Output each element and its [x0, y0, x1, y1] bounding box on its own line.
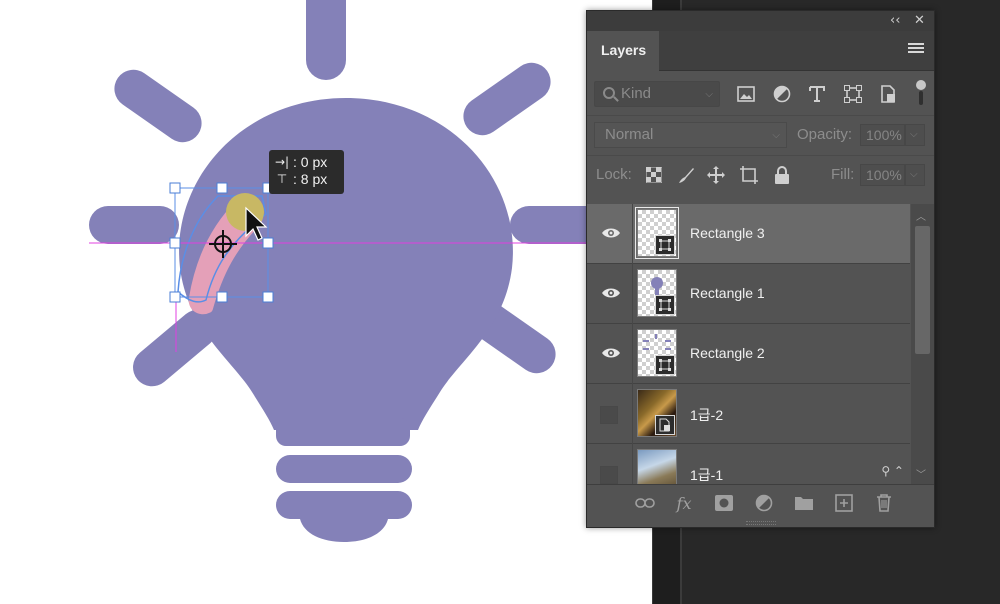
panel-title-bar[interactable]: ‹‹ ✕ [587, 11, 934, 31]
visibility-toggle-empty[interactable] [600, 466, 618, 484]
lock-all-icon[interactable] [771, 164, 793, 186]
layer-name[interactable]: Rectangle 1 [690, 285, 765, 301]
fill-dropdown[interactable]: ⌵ [905, 164, 925, 186]
tab-layers[interactable]: Layers [587, 31, 659, 72]
blend-row: Normal ⌵ Opacity: 100% ⌵ [587, 115, 934, 155]
bulb-base-1 [276, 455, 412, 483]
panel-menu-icon[interactable] [908, 43, 924, 57]
lock-row: Lock: Fill: 100% ⌵ [587, 155, 934, 195]
new-layer-icon[interactable] [833, 493, 855, 513]
handle-top-mid [216, 182, 228, 194]
opacity-input[interactable]: 100% [860, 124, 905, 146]
shape-layer-badge-icon [655, 295, 675, 315]
fx-icon[interactable]: fx [673, 493, 695, 513]
handle-bottom-left [169, 291, 181, 303]
scroll-down-icon[interactable]: ﹀ [916, 466, 926, 481]
horizontal-offset-value: : 0 px [293, 154, 328, 170]
vertical-offset-value: : 8 px [293, 171, 328, 187]
layer-thumbnail[interactable] [637, 449, 677, 484]
panel-resize-grip[interactable] [746, 521, 776, 525]
layer-filter-row: Kind ⌵ [587, 71, 934, 115]
link-layers-icon[interactable] [634, 493, 656, 513]
horizontal-offset-icon: →| [275, 155, 290, 169]
visibility-toggle-empty[interactable] [600, 406, 618, 424]
search-icon [603, 87, 615, 99]
handle-bottom-right [262, 291, 274, 303]
lock-transparent-pixels-icon[interactable] [643, 164, 665, 186]
chevron-down-icon: ⌵ [910, 129, 918, 140]
chevron-down-icon: ⌵ [772, 130, 780, 141]
bulb-base-2 [276, 491, 412, 519]
ray-top [306, 0, 346, 80]
layer-thumbnail[interactable] [637, 389, 677, 437]
type-filter-icon[interactable] [806, 83, 828, 105]
fill-input[interactable]: 100% [860, 164, 905, 186]
bulb-tip [300, 519, 388, 542]
scrollbar-thumb[interactable] [915, 226, 930, 354]
visibility-eye-icon[interactable] [599, 342, 623, 364]
collapse-panel-icon[interactable]: ‹‹ [890, 13, 900, 29]
panel-tabs: Layers [587, 31, 934, 72]
handle-bottom-mid [216, 291, 228, 303]
lock-artboard-icon[interactable] [738, 164, 760, 186]
panel-footer: fx [587, 484, 934, 520]
opacity-dropdown[interactable]: ⌵ [905, 124, 925, 146]
shape-filter-icon[interactable] [842, 83, 864, 105]
shape-layer-badge-icon [655, 235, 675, 255]
document-canvas[interactable]: →|: 0 px ⊤ : 8 px [0, 0, 652, 604]
visibility-eye-icon[interactable] [599, 222, 623, 244]
lightbulb-artwork [89, 0, 652, 542]
layer-name[interactable]: 1급-1 [690, 465, 723, 484]
layer-effects-icon[interactable]: ⚲ ⌃ [881, 464, 904, 478]
layer-name[interactable]: Rectangle 3 [690, 225, 765, 241]
layer-name[interactable]: Rectangle 2 [690, 345, 765, 361]
layers-scrollbar[interactable]: ︿ ﹀ [911, 204, 934, 484]
chevron-down-icon: ⌵ [910, 169, 918, 180]
delete-layer-icon[interactable] [873, 493, 895, 513]
image-filter-icon[interactable] [735, 83, 757, 105]
layers-list[interactable]: Rectangle 3 Rectangle 1 Rectangle 2 1급-2… [587, 204, 910, 484]
handle-mid-right [262, 237, 274, 249]
scroll-up-icon[interactable]: ︿ [916, 208, 926, 223]
blend-mode-select[interactable]: Normal ⌵ [594, 122, 787, 148]
blend-mode-value: Normal [605, 126, 654, 143]
kind-filter-label: Kind [621, 85, 652, 102]
group-folder-icon[interactable] [793, 493, 815, 513]
smart-object-badge-icon [655, 415, 675, 435]
layer-name[interactable]: 1급-2 [690, 405, 723, 425]
add-mask-icon[interactable] [713, 493, 735, 513]
layer-row-rectangle-2[interactable]: Rectangle 2 [587, 324, 910, 384]
layer-thumbnail[interactable] [635, 207, 679, 259]
handle-mid-left [169, 237, 181, 249]
lock-image-pixels-icon[interactable] [675, 164, 697, 186]
adjustment-layer-icon[interactable] [753, 493, 775, 513]
opacity-label: Opacity: [797, 126, 853, 143]
shape-layer-badge-icon [655, 355, 675, 375]
layer-row-1-1[interactable]: 1급-1 ⚲ ⌃ [587, 444, 910, 484]
smart-object-filter-icon[interactable] [877, 83, 899, 105]
visibility-eye-icon[interactable] [599, 282, 623, 304]
lock-position-icon[interactable] [705, 164, 727, 186]
layers-panel: ‹‹ ✕ Layers Kind ⌵ Normal ⌵ Opacity: 100… [586, 10, 935, 528]
layer-thumbnail[interactable] [637, 269, 677, 317]
ray-top-right [463, 62, 551, 136]
kind-filter-select[interactable]: Kind ⌵ [594, 81, 720, 107]
chevron-down-icon: ⌵ [705, 89, 713, 100]
fill-label: Fill: [831, 166, 855, 183]
vertical-offset-icon: ⊤ [276, 172, 288, 186]
close-panel-icon[interactable]: ✕ [914, 13, 925, 29]
adjustment-filter-icon[interactable] [771, 83, 793, 105]
bulb-neck [276, 418, 410, 446]
layer-row-1-2[interactable]: 1급-2 [587, 384, 910, 444]
transform-tooltip: →|: 0 px ⊤ : 8 px [269, 150, 344, 194]
layer-row-rectangle-3[interactable]: Rectangle 3 [587, 204, 910, 264]
handle-top-left [169, 182, 181, 194]
layer-row-rectangle-1[interactable]: Rectangle 1 [587, 264, 910, 324]
ray-left [89, 206, 179, 244]
filter-toggle-switch[interactable] [916, 80, 926, 106]
ray-top-left [114, 69, 202, 143]
lock-label: Lock: [596, 166, 632, 183]
layer-thumbnail[interactable] [637, 329, 677, 377]
